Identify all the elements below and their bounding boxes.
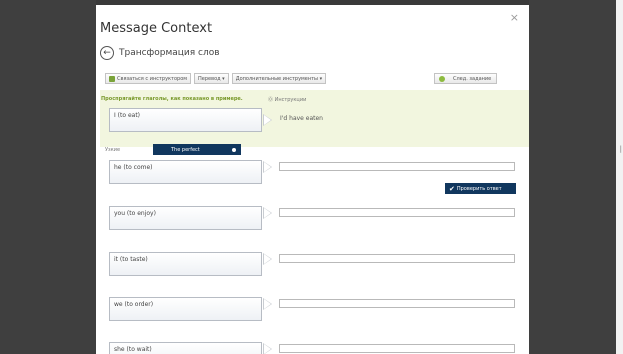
exercise-header: ← Трансформация слов bbox=[100, 46, 220, 60]
overlay-left bbox=[0, 0, 96, 354]
scroll-marker: | bbox=[619, 145, 622, 153]
close-icon[interactable]: × bbox=[510, 11, 519, 24]
select-knob-icon bbox=[232, 147, 236, 152]
answer-input-5[interactable] bbox=[279, 344, 515, 353]
scrollbar-strip[interactable]: | bbox=[616, 0, 623, 354]
item-prompt: he (to come) bbox=[114, 164, 153, 171]
item-prompt: it (to taste) bbox=[114, 256, 148, 263]
toolbar: Связаться с инструктором Перевод ▾ Допол… bbox=[105, 73, 329, 84]
item-prompt-card: you (to enjoy) bbox=[109, 206, 262, 230]
overlay-right: | bbox=[529, 0, 623, 354]
arrow-connector-icon bbox=[263, 298, 272, 310]
answer-input-2[interactable] bbox=[279, 208, 515, 217]
next-task-button[interactable]: След. задание bbox=[434, 73, 497, 84]
example-answer: I'd have eaten bbox=[280, 115, 323, 122]
item-prompt-card: he (to come) bbox=[109, 160, 262, 184]
item-prompt-card: it (to taste) bbox=[109, 252, 262, 276]
item-prompt: we (to order) bbox=[114, 301, 154, 308]
answer-input-1[interactable] bbox=[279, 162, 515, 171]
arrow-connector-icon bbox=[263, 161, 272, 173]
item-prompt: you (to enjoy) bbox=[114, 210, 156, 217]
checkmark-icon: ✔ bbox=[449, 184, 455, 193]
answer-input-3[interactable] bbox=[279, 254, 515, 263]
example-prompt: I (to eat) bbox=[114, 112, 141, 119]
contact-teacher-label: Связаться с инструктором bbox=[117, 75, 188, 82]
contact-teacher-button[interactable]: Связаться с инструктором bbox=[105, 73, 192, 84]
next-task-label: След. задание bbox=[453, 75, 492, 82]
translation-dropdown[interactable]: Перевод ▾ bbox=[194, 73, 229, 84]
contact-icon bbox=[109, 75, 115, 82]
dialog-title: Message Context bbox=[100, 21, 213, 36]
item-prompt-card: she (to wait) bbox=[109, 342, 262, 354]
tense-select[interactable]: The perfect bbox=[153, 144, 241, 155]
tense-label: Узкие bbox=[105, 147, 121, 153]
tense-selected-value: The perfect bbox=[171, 146, 200, 153]
example-prompt-card: I (to eat) bbox=[109, 108, 262, 132]
arrow-connector-icon bbox=[263, 114, 272, 126]
exercise-title: Трансформация слов bbox=[119, 48, 220, 58]
message-context-dialog: Message Context × ← Трансформация слов С… bbox=[96, 5, 529, 354]
item-prompt-card: we (to order) bbox=[109, 297, 262, 321]
next-icon bbox=[439, 75, 445, 82]
item-prompt: she (to wait) bbox=[114, 346, 152, 353]
arrow-connector-icon bbox=[263, 343, 272, 354]
answer-input-4[interactable] bbox=[279, 299, 515, 308]
check-answer-label: Проверить ответ bbox=[456, 185, 502, 192]
task-instruction: Проспрягайте глаголы, как показано в при… bbox=[101, 96, 243, 102]
instructions-link[interactable]: ⓪ Инструкции bbox=[268, 96, 306, 103]
arrow-connector-icon bbox=[263, 207, 272, 219]
back-arrow-icon[interactable]: ← bbox=[100, 46, 114, 60]
arrow-connector-icon bbox=[263, 253, 272, 265]
check-answer-button[interactable]: ✔ Проверить ответ bbox=[445, 183, 516, 194]
additional-tools-dropdown[interactable]: Дополнительные инструменты ▾ bbox=[231, 73, 327, 84]
